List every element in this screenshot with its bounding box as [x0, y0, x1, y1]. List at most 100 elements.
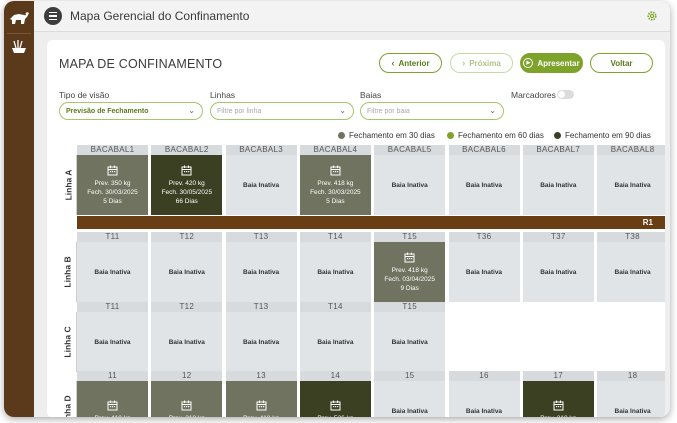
- pen-name: T12: [151, 232, 223, 242]
- row-label: Linha D: [59, 381, 77, 417]
- pen-status: Baia Inativa: [540, 268, 577, 276]
- pen-info: Prev. 526 kg: [317, 414, 353, 418]
- pen-name: BACABAL2: [151, 145, 223, 155]
- pen-cell[interactable]: 14 Prev. 526 kg: [299, 371, 371, 418]
- next-label: Próxima: [469, 58, 501, 68]
- pen-name: BACABAL3: [225, 145, 297, 155]
- pen-cell[interactable]: T11 Baia Inativa: [77, 232, 148, 302]
- present-label: Apresentar: [537, 58, 580, 68]
- pen-cell[interactable]: 11 Prev. 418 kg: [77, 371, 148, 417]
- pen-name: 12: [151, 371, 223, 381]
- row-label: Linha B: [59, 242, 77, 302]
- back-button[interactable]: Voltar: [590, 53, 653, 73]
- legend-label: Fechamento em 60 dias: [458, 131, 544, 140]
- pen-cell[interactable]: T13 Baia Inativa: [225, 232, 297, 302]
- pen-status: Baia Inativa: [614, 407, 651, 415]
- pen-cell[interactable]: BACABAL3 Baia Inativa: [225, 145, 297, 215]
- pen-name: BACABAL8: [597, 145, 665, 155]
- pen-name: T15: [374, 232, 446, 242]
- present-button[interactable]: ▶ Apresentar: [520, 53, 583, 73]
- sidebar: [4, 1, 34, 417]
- pen-cell[interactable]: BACABAL8 Baia Inativa: [597, 145, 665, 215]
- pen-status: Baia Inativa: [317, 338, 354, 346]
- legend-dot: [447, 132, 454, 139]
- pen-name: T13: [225, 302, 297, 312]
- pen-cell[interactable]: T12 Baia Inativa: [151, 232, 223, 302]
- pen-info: Fech. 30/03/2025: [87, 188, 138, 196]
- lines-select[interactable]: Filtre por linha ⌄: [210, 102, 354, 120]
- pen-cell[interactable]: T12 Baia Inativa: [151, 302, 223, 372]
- pen-name: T11: [77, 232, 148, 242]
- legend-item-60: Fechamento em 60 dias: [447, 131, 544, 140]
- pen-name: BACABAL7: [522, 145, 594, 155]
- pen-cell[interactable]: T15 Prev. 418 kg Fech. 03/04/2025 9 Dias: [374, 232, 446, 302]
- pen-cell[interactable]: 12 Prev. 318 kg: [151, 371, 223, 417]
- view-type-select[interactable]: Previsão de Fechamento ⌄: [59, 102, 203, 120]
- pen-cell[interactable]: T15 Baia Inativa: [374, 302, 446, 372]
- pen-name: T38: [597, 232, 665, 242]
- pen-cell[interactable]: 15 Baia Inativa: [374, 371, 446, 417]
- pen-cell[interactable]: 18 Baia Inativa: [597, 371, 665, 417]
- pen-info: 9 Dias: [400, 284, 419, 292]
- pen-cell[interactable]: T36 Baia Inativa: [448, 232, 520, 302]
- calendar-icon: [404, 252, 415, 262]
- pen-info: Prev. 350 kg: [94, 179, 131, 187]
- pen-cell[interactable]: T37 Baia Inativa: [522, 232, 594, 302]
- pen-name: 11: [77, 371, 148, 381]
- calendar-icon: [107, 165, 118, 175]
- pen-name: BACABAL5: [374, 145, 446, 155]
- pen-cell[interactable]: 16 Baia Inativa: [448, 371, 520, 417]
- pen-cell[interactable]: BACABAL6 Baia Inativa: [448, 145, 520, 215]
- pen-cell[interactable]: BACABAL1 Prev. 350 kg Fech. 30/03/2025 5 Di…: [77, 145, 148, 215]
- pen-cell[interactable]: BACABAL2 Prev. 420 kg Fech. 30/05/2025 66 D…: [151, 145, 223, 215]
- markers-toggle[interactable]: [557, 90, 574, 99]
- feed-trough-icon[interactable]: [11, 39, 27, 55]
- pen-cell[interactable]: T38 Baia Inativa: [597, 232, 665, 302]
- pen-status: Baia Inativa: [168, 268, 205, 276]
- pen-status: Baia Inativa: [391, 407, 428, 415]
- pen-cell[interactable]: BACABAL4 Prev. 418 kg Fech. 30/03/2025 5 Di…: [299, 145, 371, 215]
- pen-info: Prev. 418 kg: [317, 179, 354, 187]
- gear-icon[interactable]: [646, 10, 658, 22]
- legend-label: Fechamento em 90 dias: [565, 131, 651, 140]
- pen-cell[interactable]: T14 Baia Inativa: [299, 302, 371, 372]
- pen-name: T14: [299, 232, 371, 242]
- pen-info: Prev. 418 kg: [391, 266, 428, 274]
- legend-item-90: Fechamento em 90 dias: [554, 131, 651, 140]
- pen-cell[interactable]: 13 Prev. 418 kg: [225, 371, 297, 418]
- pen-name: BACABAL1: [77, 145, 148, 155]
- pen-cell[interactable]: BACABAL5 Baia Inativa: [374, 145, 446, 215]
- legend-item-30: Fechamento em 30 dias: [338, 131, 435, 140]
- pen-info: 5 Dias: [326, 197, 345, 205]
- pen-status: Baia Inativa: [94, 268, 131, 276]
- pen-info: Fech. 03/04/2025: [384, 275, 435, 283]
- pens-select[interactable]: Filtre por baia ⌄: [360, 102, 504, 120]
- pen-cell[interactable]: 17 Prev. 310 kg: [522, 371, 594, 417]
- confinement-map: Linha A BACABAL1 Prev. 350 kg Fech. 30/03/2…: [47, 145, 665, 417]
- pen-name: T37: [522, 232, 594, 242]
- pen-status: Baia Inativa: [465, 181, 503, 189]
- pen-status: Baia Inativa: [94, 338, 131, 346]
- previous-button[interactable]: ‹ Anterior: [379, 53, 442, 73]
- page-title: MAPA DE CONFINAMENTO: [59, 57, 223, 71]
- pen-cell[interactable]: T14 Baia Inativa: [299, 232, 371, 302]
- view-type-value: Previsão de Fechamento: [66, 107, 149, 115]
- chevron-down-icon: ⌄: [339, 106, 346, 115]
- pen-name: T12: [151, 302, 223, 312]
- pen-cell[interactable]: BACABAL7 Baia Inativa: [522, 145, 594, 215]
- menu-icon[interactable]: [44, 7, 62, 25]
- previous-label: Anterior: [398, 58, 430, 68]
- pen-cell[interactable]: T11 Baia Inativa: [77, 302, 148, 372]
- pen-name: BACABAL4: [299, 145, 371, 155]
- pen-info: Prev. 418 kg: [243, 414, 279, 418]
- pen-info: Prev. 418 kg: [94, 414, 130, 418]
- sidebar-divider: [7, 33, 31, 34]
- legend-dot: [554, 132, 561, 139]
- next-button[interactable]: › Próxima: [450, 53, 513, 73]
- pen-cell[interactable]: T13 Baia Inativa: [225, 302, 297, 372]
- pen-status: Baia Inativa: [614, 268, 651, 276]
- pen-status: Baia Inativa: [540, 181, 577, 189]
- pen-name: T15: [374, 302, 446, 312]
- main-panel: MAPA DE CONFINAMENTO ‹ Anterior › Próxim…: [47, 40, 665, 417]
- cattle-logo-icon[interactable]: [8, 9, 30, 27]
